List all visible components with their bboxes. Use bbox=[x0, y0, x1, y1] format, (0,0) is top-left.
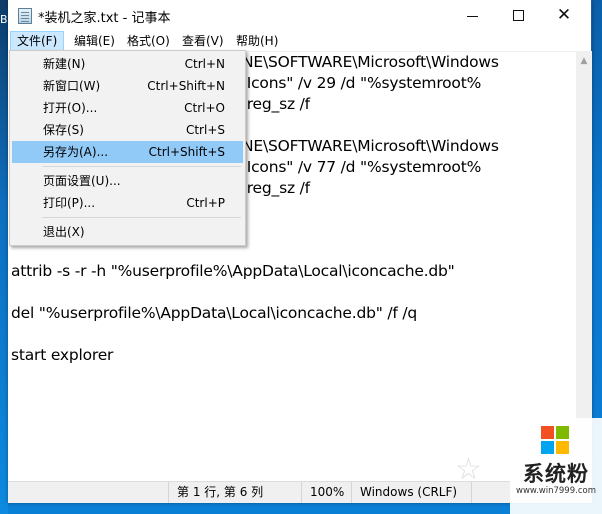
menu-item-exit[interactable]: 退出(X) bbox=[12, 221, 243, 243]
menu-item-label: 新建(N) bbox=[43, 57, 86, 71]
menu-item-label: 新窗口(W) bbox=[43, 79, 101, 93]
minimize-button[interactable] bbox=[449, 0, 495, 31]
watermark-star-icon: ☆ bbox=[455, 452, 482, 487]
status-bar: 第 1 行, 第 6 列 100% Windows (CRLF) bbox=[8, 481, 592, 503]
windows-logo-icon bbox=[541, 426, 569, 454]
vertical-scrollbar[interactable]: ▲ bbox=[576, 51, 592, 481]
menu-item-page-setup[interactable]: 页面设置(U)... bbox=[12, 170, 243, 192]
zoom-level: 100% bbox=[301, 482, 351, 503]
logo-square bbox=[556, 426, 569, 439]
editor-line: Icons" /v 77 /d "%systemroot% bbox=[242, 158, 482, 176]
maximize-icon bbox=[512, 10, 524, 21]
title-bar[interactable]: *装机之家.txt - 记事本 ✕ bbox=[8, 0, 591, 31]
close-icon: ✕ bbox=[556, 5, 572, 25]
editor-line: NE\SOFTWARE\Microsoft\Windows bbox=[242, 53, 499, 71]
menu-format[interactable]: 格式(O) bbox=[121, 31, 176, 51]
editor-line: start explorer bbox=[11, 346, 114, 364]
logo-square bbox=[541, 426, 554, 439]
editor-line: reg_sz /f bbox=[242, 179, 310, 197]
editor-line: attrib -s -r -h "%userprofile%\AppData\L… bbox=[11, 262, 455, 280]
editor-line: reg_sz /f bbox=[242, 95, 310, 113]
menu-file[interactable]: 文件(F) bbox=[10, 31, 65, 51]
minimize-icon bbox=[466, 15, 478, 17]
editor-line: del "%userprofile%\AppData\Local\iconcac… bbox=[11, 304, 418, 322]
cursor-position: 第 1 行, 第 6 列 bbox=[168, 482, 301, 503]
menu-item-new[interactable]: 新建(N) Ctrl+N bbox=[12, 53, 243, 75]
menu-item-shortcut: Ctrl+P bbox=[186, 196, 225, 210]
menu-item-save-as[interactable]: 另存为(A)... Ctrl+Shift+S bbox=[12, 141, 243, 163]
menu-item-new-window[interactable]: 新窗口(W) Ctrl+Shift+N bbox=[12, 75, 243, 97]
editor-line: Icons" /v 29 /d "%systemroot% bbox=[242, 74, 482, 92]
menu-view[interactable]: 查看(V) bbox=[176, 31, 230, 51]
line-ending: Windows (CRLF) bbox=[351, 482, 471, 503]
menu-item-shortcut: Ctrl+O bbox=[184, 101, 225, 115]
menu-item-shortcut: Ctrl+S bbox=[185, 123, 225, 137]
menu-separator bbox=[42, 166, 241, 167]
menu-item-open[interactable]: 打开(O)... Ctrl+O bbox=[12, 97, 243, 119]
menu-item-shortcut: Ctrl+N bbox=[184, 57, 225, 71]
menu-bar: 文件(F) 编辑(E) 格式(O) 查看(V) 帮助(H) bbox=[8, 31, 591, 51]
menu-item-label: 打开(O)... bbox=[43, 101, 98, 115]
watermark-url: www.win7999.com bbox=[516, 486, 596, 496]
desktop-background bbox=[0, 0, 8, 514]
window-title: *装机之家.txt - 记事本 bbox=[38, 11, 171, 26]
watermark-name: 系统粉 bbox=[523, 462, 589, 486]
file-menu-dropdown: 新建(N) Ctrl+N 新窗口(W) Ctrl+Shift+N 打开(O)..… bbox=[9, 50, 246, 246]
menu-separator bbox=[42, 217, 241, 218]
scroll-up-arrow-icon[interactable]: ▲ bbox=[576, 53, 592, 69]
menu-item-label: 另存为(A)... bbox=[43, 145, 109, 159]
logo-square bbox=[556, 441, 569, 454]
menu-item-save[interactable]: 保存(S) Ctrl+S bbox=[12, 119, 243, 141]
notepad-icon bbox=[18, 8, 32, 24]
menu-item-shortcut: Ctrl+Shift+S bbox=[148, 145, 225, 159]
logo-square bbox=[541, 441, 554, 454]
menu-item-label: 打印(P)... bbox=[43, 196, 96, 210]
maximize-button[interactable] bbox=[495, 0, 541, 31]
menu-item-print[interactable]: 打印(P)... Ctrl+P bbox=[12, 192, 243, 214]
menu-help[interactable]: 帮助(H) bbox=[230, 31, 284, 51]
menu-item-label: 保存(S) bbox=[43, 123, 84, 137]
menu-item-label: 退出(X) bbox=[43, 225, 85, 239]
menu-item-shortcut: Ctrl+Shift+N bbox=[147, 79, 225, 93]
menu-edit[interactable]: 编辑(E) bbox=[68, 31, 121, 51]
editor-line: NE\SOFTWARE\Microsoft\Windows bbox=[242, 137, 499, 155]
close-button[interactable]: ✕ bbox=[541, 0, 587, 31]
watermark-logo: 系统粉 www.win7999.com bbox=[510, 418, 602, 514]
menu-item-label: 页面设置(U)... bbox=[43, 174, 121, 188]
